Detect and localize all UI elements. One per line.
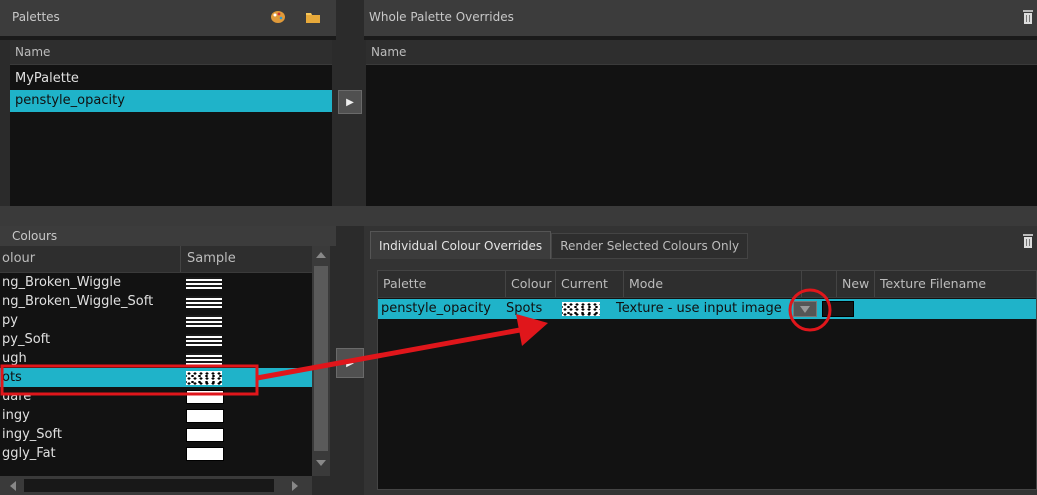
annotation-arrow-line <box>256 327 521 381</box>
annotation-circle <box>788 288 832 332</box>
annotation-overlay <box>0 288 832 396</box>
annotation-arrow-head <box>516 314 548 346</box>
annotation-highlight-box <box>0 364 259 396</box>
